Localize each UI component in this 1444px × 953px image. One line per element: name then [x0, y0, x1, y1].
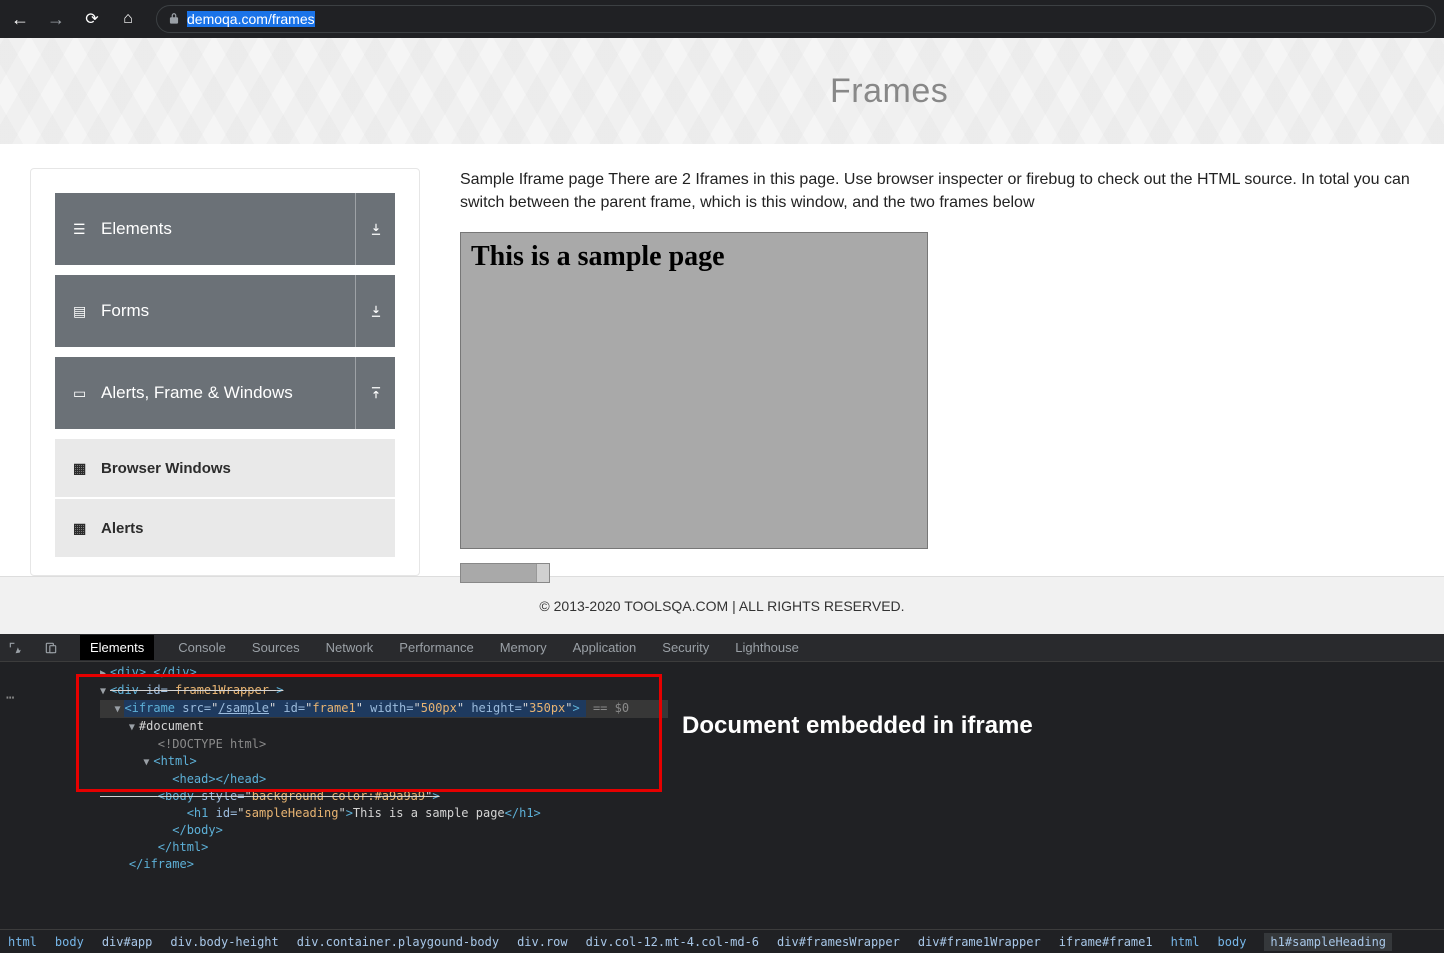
reload-button[interactable]: ⟳: [80, 9, 104, 29]
tab-security[interactable]: Security: [660, 635, 711, 660]
devtools-body: ▶<div>…</div> ▼<div id= frame1Wrapper > …: [0, 662, 1444, 929]
crumb[interactable]: body: [1218, 935, 1247, 949]
tab-performance[interactable]: Performance: [397, 635, 475, 660]
intro-text: Sample Iframe page There are 2 Iframes i…: [460, 168, 1414, 214]
crumb[interactable]: div.row: [517, 935, 568, 949]
crumb[interactable]: h1#sampleHeading: [1264, 933, 1392, 951]
doc-icon: ▦: [73, 520, 91, 537]
iframe-heading: This is a sample page: [461, 233, 927, 281]
crumb[interactable]: div#framesWrapper: [777, 935, 900, 949]
crumb[interactable]: div.body-height: [170, 935, 278, 949]
tab-application[interactable]: Application: [571, 635, 639, 660]
expand-icon[interactable]: [355, 193, 395, 265]
sidebar-item-forms[interactable]: ▤ Forms: [55, 275, 395, 347]
devtools-panel: Elements Console Sources Network Perform…: [0, 634, 1444, 953]
crumb[interactable]: div#frame1Wrapper: [918, 935, 1041, 949]
footer-text: © 2013-2020 TOOLSQA.COM | ALL RIGHTS RES…: [539, 598, 904, 614]
crumb[interactable]: div.container.playgound-body: [297, 935, 499, 949]
sidebar-sub-browser-windows[interactable]: ▦ Browser Windows: [55, 439, 395, 499]
tab-sources[interactable]: Sources: [250, 635, 302, 660]
clipboard-icon: ▤: [73, 303, 91, 320]
tab-memory[interactable]: Memory: [498, 635, 549, 660]
crumb[interactable]: div.col-12.mt-4.col-md-6: [586, 935, 759, 949]
crumb[interactable]: html: [1171, 935, 1200, 949]
crumb[interactable]: html: [8, 935, 37, 949]
device-icon[interactable]: [44, 640, 58, 656]
sidebar-sub-label: Browser Windows: [101, 460, 231, 477]
crumb[interactable]: body: [55, 935, 84, 949]
dom-tree[interactable]: ▶<div>…</div> ▼<div id= frame1Wrapper > …: [0, 662, 668, 929]
tab-lighthouse[interactable]: Lighthouse: [733, 635, 801, 660]
tab-elements[interactable]: Elements: [80, 635, 154, 660]
inspect-icon[interactable]: [8, 640, 22, 656]
dom-breadcrumb[interactable]: html body div#app div.body-height div.co…: [0, 929, 1444, 953]
browser-toolbar: ← → ⟳ ⌂ demoqa.com/frames: [0, 0, 1444, 38]
expand-icon[interactable]: [355, 275, 395, 347]
sidebar-item-elements[interactable]: ☰ Elements: [55, 193, 395, 265]
sidebar-label: Elements: [101, 219, 172, 239]
lock-icon: [167, 12, 181, 27]
forward-button[interactable]: →: [44, 9, 68, 30]
home-button[interactable]: ⌂: [116, 10, 140, 28]
main-content: ☰ Elements ▤ Forms ▭ Alerts, Frame & Window…: [0, 144, 1444, 576]
doc-icon: ▦: [73, 460, 91, 477]
sidebar-label: Forms: [101, 301, 149, 321]
sidebar-sub-alerts[interactable]: ▦ Alerts: [55, 499, 395, 559]
menu-icon: ☰: [73, 221, 91, 238]
sidebar: ☰ Elements ▤ Forms ▭ Alerts, Frame & Window…: [30, 168, 420, 576]
tab-console[interactable]: Console: [176, 635, 228, 660]
main-panel: Sample Iframe page There are 2 Iframes i…: [460, 168, 1414, 576]
annotation-label: Document embedded in iframe: [668, 662, 1444, 929]
sidebar-sub-label: Alerts: [101, 520, 144, 537]
page-title: Frames: [830, 72, 948, 111]
footer: © 2013-2020 TOOLSQA.COM | ALL RIGHTS RES…: [0, 576, 1444, 634]
page-header: Frames: [0, 38, 1444, 144]
back-button[interactable]: ←: [8, 9, 32, 30]
sidebar-item-alerts-frames[interactable]: ▭ Alerts, Frame & Windows: [55, 357, 395, 429]
iframe-frame2[interactable]: [460, 563, 550, 583]
window-icon: ▭: [73, 385, 91, 402]
crumb[interactable]: div#app: [102, 935, 153, 949]
collapse-icon[interactable]: [355, 357, 395, 429]
devtools-tabs: Elements Console Sources Network Perform…: [0, 634, 1444, 662]
iframe-frame1: This is a sample page: [460, 232, 928, 549]
tab-network[interactable]: Network: [324, 635, 376, 660]
address-bar[interactable]: demoqa.com/frames: [156, 5, 1436, 33]
crumb[interactable]: iframe#frame1: [1059, 935, 1153, 949]
url-text: demoqa.com/frames: [187, 11, 315, 27]
sidebar-label: Alerts, Frame & Windows: [101, 383, 293, 403]
